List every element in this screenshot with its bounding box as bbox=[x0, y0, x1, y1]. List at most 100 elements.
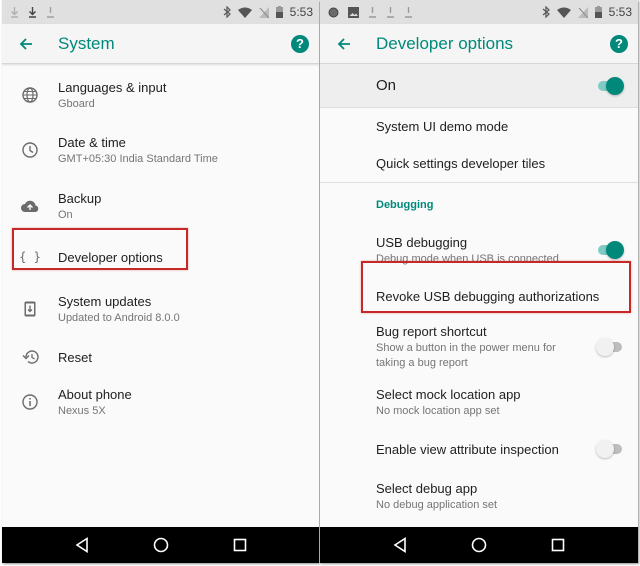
nav-back-button[interactable] bbox=[390, 535, 410, 555]
item-subtitle: On bbox=[58, 208, 73, 221]
item-title: Developer options bbox=[58, 249, 163, 265]
list-item-bug-report-shortcut[interactable]: Bug report shortcut Show a button in the… bbox=[320, 319, 638, 375]
app-bar: Developer options ? bbox=[320, 24, 638, 64]
page-title: Developer options bbox=[376, 33, 514, 53]
battery-icon bbox=[594, 6, 602, 18]
nav-recents-button[interactable] bbox=[230, 535, 250, 555]
recents-nav-icon bbox=[233, 538, 246, 552]
back-button[interactable] bbox=[16, 34, 36, 54]
item-title: Reset bbox=[58, 349, 92, 365]
bug-report-shortcut-toggle[interactable] bbox=[596, 338, 624, 356]
notification-icons bbox=[10, 6, 55, 18]
list-item-reset[interactable]: Reset bbox=[2, 338, 319, 376]
toggle-thumb bbox=[596, 440, 614, 458]
item-title: Select debug app bbox=[376, 480, 478, 496]
help-button[interactable]: ? bbox=[291, 34, 309, 53]
restore-icon bbox=[2, 349, 58, 365]
image-icon bbox=[348, 6, 359, 18]
item-title: System updates bbox=[58, 293, 152, 309]
item-title: Date & time bbox=[58, 134, 126, 150]
toggle-thumb bbox=[606, 76, 624, 95]
view-attribute-inspection-toggle[interactable] bbox=[596, 440, 624, 458]
back-nav-icon bbox=[75, 537, 88, 553]
nav-home-button[interactable] bbox=[469, 535, 489, 555]
item-title: System UI demo mode bbox=[376, 118, 509, 134]
nav-recents-button[interactable] bbox=[548, 535, 568, 555]
item-title: USB debugging bbox=[376, 234, 468, 250]
system-settings-screen: 5:53 System ? Languages & input Gboard D… bbox=[2, 0, 319, 563]
back-button[interactable] bbox=[334, 34, 354, 54]
help-button[interactable]: ? bbox=[610, 34, 628, 53]
toggle-thumb bbox=[596, 338, 614, 356]
battery-icon bbox=[275, 6, 283, 18]
item-subtitle: Updated to Android 8.0.0 bbox=[58, 311, 180, 324]
list-item-view-attribute-inspection[interactable]: Enable view attribute inspection bbox=[320, 429, 638, 469]
section-header-debugging: Debugging bbox=[376, 199, 434, 211]
settings-list: Languages & input Gboard Date & time GMT… bbox=[2, 68, 319, 428]
help-icon: ? bbox=[296, 36, 304, 51]
bluetooth-icon bbox=[223, 6, 231, 18]
app-bar: System ? bbox=[2, 24, 319, 64]
help-icon: ? bbox=[615, 36, 623, 51]
list-item-mock-location-app[interactable]: Select mock location app No mock locatio… bbox=[320, 375, 638, 429]
item-title: About phone bbox=[58, 386, 132, 402]
master-switch-toggle[interactable] bbox=[596, 76, 624, 95]
no-sim-icon bbox=[577, 6, 588, 18]
list-item-date-time[interactable]: Date & time GMT+05:30 India Standard Tim… bbox=[2, 122, 319, 178]
arrow-back-icon bbox=[337, 37, 350, 50]
developer-options-master-switch-row[interactable]: On bbox=[320, 64, 638, 108]
cloud-upload-icon bbox=[2, 199, 58, 213]
navigation-bar bbox=[2, 527, 319, 563]
no-sim-icon bbox=[258, 6, 269, 18]
clock-icon bbox=[2, 142, 58, 158]
nav-back-button[interactable] bbox=[72, 535, 92, 555]
status-bar: 5:53 bbox=[320, 0, 638, 24]
clock-time: 5:53 bbox=[608, 5, 632, 19]
download-icon bbox=[405, 7, 412, 18]
developer-options-screen: 5:53 Developer options ? On System UI de… bbox=[320, 0, 638, 563]
list-item-quick-settings-tiles[interactable]: Quick settings developer tiles bbox=[320, 144, 638, 182]
list-item-select-debug-app[interactable]: Select debug app No debug application se… bbox=[320, 469, 638, 523]
item-title: Quick settings developer tiles bbox=[376, 155, 546, 171]
list-item-usb-debugging[interactable]: USB debugging Debug mode when USB is con… bbox=[320, 227, 638, 273]
system-icons: 5:53 bbox=[542, 5, 632, 19]
item-title: Enable view attribute inspection bbox=[376, 441, 559, 457]
list-item-languages-input[interactable]: Languages & input Gboard bbox=[2, 68, 319, 122]
list-item-backup[interactable]: Backup On bbox=[2, 178, 319, 234]
download-icon bbox=[47, 7, 54, 18]
home-nav-icon bbox=[153, 537, 168, 553]
download-icon bbox=[387, 7, 394, 18]
info-icon bbox=[2, 394, 58, 410]
navigation-bar bbox=[320, 527, 638, 563]
item-subtitle: Nexus 5X bbox=[58, 404, 106, 417]
wifi-icon bbox=[237, 7, 252, 18]
download-icon bbox=[29, 7, 36, 18]
list-item-about-phone[interactable]: About phone Nexus 5X bbox=[2, 376, 319, 428]
status-bar: 5:53 bbox=[2, 0, 319, 24]
list-item-system-updates[interactable]: System updates Updated to Android 8.0.0 bbox=[2, 280, 319, 338]
developer-options-list: System UI demo mode Quick settings devel… bbox=[320, 108, 638, 523]
item-title: Backup bbox=[58, 190, 102, 206]
list-item-revoke-usb-authorizations[interactable]: Revoke USB debugging authorizations bbox=[320, 273, 638, 319]
item-subtitle: GMT+05:30 India Standard Time bbox=[58, 152, 218, 165]
toggle-thumb bbox=[606, 241, 624, 259]
system-update-icon bbox=[2, 301, 58, 317]
system-icons: 5:53 bbox=[223, 5, 313, 19]
list-item-system-ui-demo-mode[interactable]: System UI demo mode bbox=[320, 108, 638, 144]
arrow-back-icon bbox=[19, 37, 32, 50]
item-subtitle: No mock location app set bbox=[376, 404, 500, 417]
download-icon bbox=[369, 7, 376, 18]
list-item-developer-options[interactable]: { } Developer options bbox=[2, 234, 319, 280]
nav-home-button[interactable] bbox=[151, 535, 171, 555]
master-switch-label: On bbox=[376, 77, 397, 94]
item-subtitle: Debug mode when USB is connected bbox=[376, 252, 559, 265]
item-subtitle: Show a button in the power menu for taki… bbox=[376, 342, 556, 369]
wifi-icon bbox=[556, 7, 571, 18]
download-icon bbox=[11, 7, 18, 18]
usb-debugging-toggle[interactable] bbox=[596, 241, 624, 259]
item-title: Select mock location app bbox=[376, 386, 521, 402]
home-nav-icon bbox=[471, 537, 487, 553]
item-title: Revoke USB debugging authorizations bbox=[376, 288, 600, 304]
circle-icon bbox=[328, 7, 339, 17]
item-title: Languages & input bbox=[58, 79, 167, 95]
